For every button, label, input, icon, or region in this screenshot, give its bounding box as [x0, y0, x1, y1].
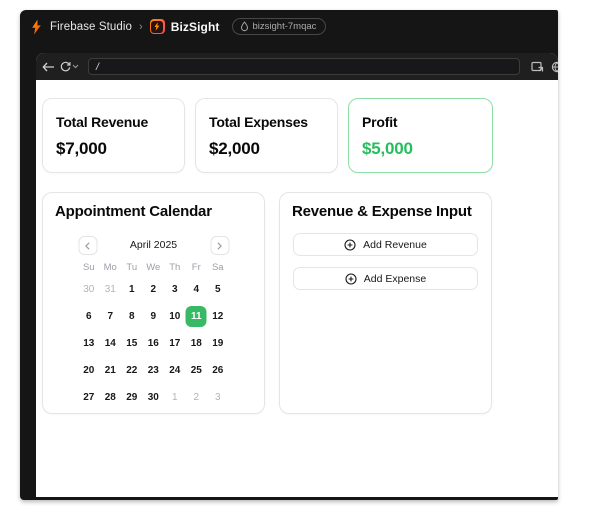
calendar-day[interactable]: 30 — [78, 279, 99, 300]
calendar-day[interactable]: 21 — [100, 360, 121, 381]
total-expenses-value: $2,000 — [209, 139, 260, 158]
app-content: Total Revenue $7,000 Total Expenses $2,0… — [36, 80, 558, 497]
bolt-icon — [149, 19, 165, 34]
calendar-day[interactable]: 2 — [143, 279, 164, 300]
profit-card: Profit $5,000 — [348, 98, 493, 173]
workspace-badge-label: bizsight-7mqac — [252, 21, 317, 32]
calendar-day[interactable]: 28 — [100, 387, 121, 408]
weekday-label: Sa — [211, 262, 224, 273]
calendar-day[interactable]: 3 — [207, 387, 228, 408]
calendar-day[interactable]: 18 — [186, 333, 207, 354]
calendar-day[interactable]: 15 — [121, 333, 142, 354]
total-expenses-card: Total Expenses $2,000 — [195, 98, 338, 173]
calendar-day[interactable]: 30 — [143, 387, 164, 408]
profit-title: Profit — [362, 114, 398, 130]
input-panel-body: Add Revenue Add Expense — [280, 220, 491, 290]
chevron-down-icon — [72, 64, 79, 69]
total-revenue-card: Total Revenue $7,000 — [42, 98, 185, 173]
globe-icon[interactable] — [551, 61, 558, 73]
stats-row: Total Revenue $7,000 Total Expenses $2,0… — [42, 98, 493, 173]
weekday-label: Mo — [103, 262, 117, 273]
chevron-right-icon — [217, 241, 222, 250]
calendar-day[interactable]: 31 — [100, 279, 121, 300]
calendar-weekdays: Su Mo Tu We Th Fr Sa — [78, 262, 229, 273]
add-revenue-label: Add Revenue — [363, 238, 427, 251]
calendar-day[interactable]: 13 — [78, 333, 99, 354]
calendar-prev-button[interactable] — [78, 236, 97, 255]
weekday-label: Tu — [126, 262, 138, 273]
calendar-day[interactable]: 19 — [207, 333, 228, 354]
app-title[interactable]: Firebase Studio — [50, 21, 132, 33]
calendar-title: Appointment Calendar — [55, 203, 212, 220]
calendar-day[interactable]: 23 — [143, 360, 164, 381]
weekday-label: We — [146, 262, 161, 273]
calendar-day[interactable]: 24 — [164, 360, 185, 381]
breadcrumb: Firebase Studio › BizSight bizsight-7mqa… — [20, 10, 558, 43]
calendar-day[interactable]: 26 — [207, 360, 228, 381]
calendar-day[interactable]: 27 — [78, 387, 99, 408]
calendar-day[interactable]: 12 — [207, 306, 228, 327]
reload-button[interactable] — [60, 61, 79, 72]
calendar-day[interactable]: 16 — [143, 333, 164, 354]
flame-icon — [32, 19, 41, 34]
workspace-badge[interactable]: bizsight-7mqac — [231, 18, 327, 35]
add-revenue-button[interactable]: Add Revenue — [293, 233, 478, 256]
weekday-label: Th — [169, 262, 181, 273]
app-preview-panel: / Total Revenue $7,000 Total Expenses $2… — [36, 53, 558, 497]
calendar-grid: 30 31 1 2 3 4 5 6 7 8 9 10 11 12 13 14 15 16 17 18 19 20 21 22 2… — [78, 276, 229, 411]
firebase-studio-window: Firebase Studio › BizSight bizsight-7mqa… — [20, 10, 558, 500]
calendar-day[interactable]: 2 — [186, 387, 207, 408]
plus-circle-icon — [344, 238, 356, 251]
drop-icon — [240, 21, 248, 32]
calendar-day[interactable]: 7 — [100, 306, 121, 327]
total-revenue-title: Total Revenue — [56, 114, 149, 130]
calendar-day[interactable]: 14 — [100, 333, 121, 354]
calendar-next-button[interactable] — [210, 236, 229, 255]
add-expense-button[interactable]: Add Expense — [293, 267, 478, 290]
calendar-day[interactable]: 4 — [186, 279, 207, 300]
calendar-day[interactable]: 1 — [164, 387, 185, 408]
calendar-day[interactable]: 6 — [78, 306, 99, 327]
calendar-day[interactable]: 8 — [121, 306, 142, 327]
calendar-day[interactable]: 25 — [186, 360, 207, 381]
calendar-day[interactable]: 3 — [164, 279, 185, 300]
input-panel-title: Revenue & Expense Input — [292, 203, 472, 220]
calendar-day-selected[interactable]: 11 — [185, 306, 207, 327]
calendar-day[interactable]: 1 — [121, 279, 142, 300]
profit-value: $5,000 — [362, 139, 413, 158]
breadcrumb-separator: › — [139, 20, 143, 33]
chevron-left-icon — [85, 241, 90, 250]
total-expenses-title: Total Expenses — [209, 114, 308, 130]
appointment-calendar-card: Appointment Calendar April 2025 Su Mo Tu… — [42, 192, 265, 414]
calendar-day[interactable]: 22 — [121, 360, 142, 381]
total-revenue-value: $7,000 — [56, 139, 107, 158]
preview-toolbar: / — [36, 53, 558, 80]
calendar-day[interactable]: 9 — [143, 306, 164, 327]
calendar: April 2025 Su Mo Tu We Th Fr Sa 30 31 1 2 3 4 5 6 7 8 9 1… — [78, 236, 229, 411]
project-title[interactable]: BizSight — [171, 20, 220, 34]
panels-row: Appointment Calendar April 2025 Su Mo Tu… — [42, 192, 492, 414]
back-button[interactable] — [42, 62, 55, 72]
plus-circle-icon — [345, 272, 357, 285]
calendar-day[interactable]: 5 — [207, 279, 228, 300]
popout-icon — [531, 61, 544, 71]
weekday-label: Fr — [191, 262, 201, 273]
calendar-month-label: April 2025 — [129, 239, 178, 251]
calendar-day[interactable]: 17 — [164, 333, 185, 354]
calendar-nav: April 2025 — [78, 236, 229, 255]
open-in-new-window-button[interactable] — [531, 61, 544, 73]
reload-icon — [60, 61, 71, 72]
calendar-day[interactable]: 29 — [121, 387, 142, 408]
calendar-day[interactable]: 10 — [164, 306, 185, 327]
revenue-expense-input-card: Revenue & Expense Input Add Revenue Add … — [279, 192, 492, 414]
calendar-day[interactable]: 20 — [78, 360, 99, 381]
arrow-left-icon — [42, 62, 54, 71]
url-input[interactable]: / — [88, 58, 520, 75]
weekday-label: Su — [82, 262, 95, 273]
add-expense-label: Add Expense — [363, 272, 427, 285]
url-value: / — [96, 60, 99, 73]
